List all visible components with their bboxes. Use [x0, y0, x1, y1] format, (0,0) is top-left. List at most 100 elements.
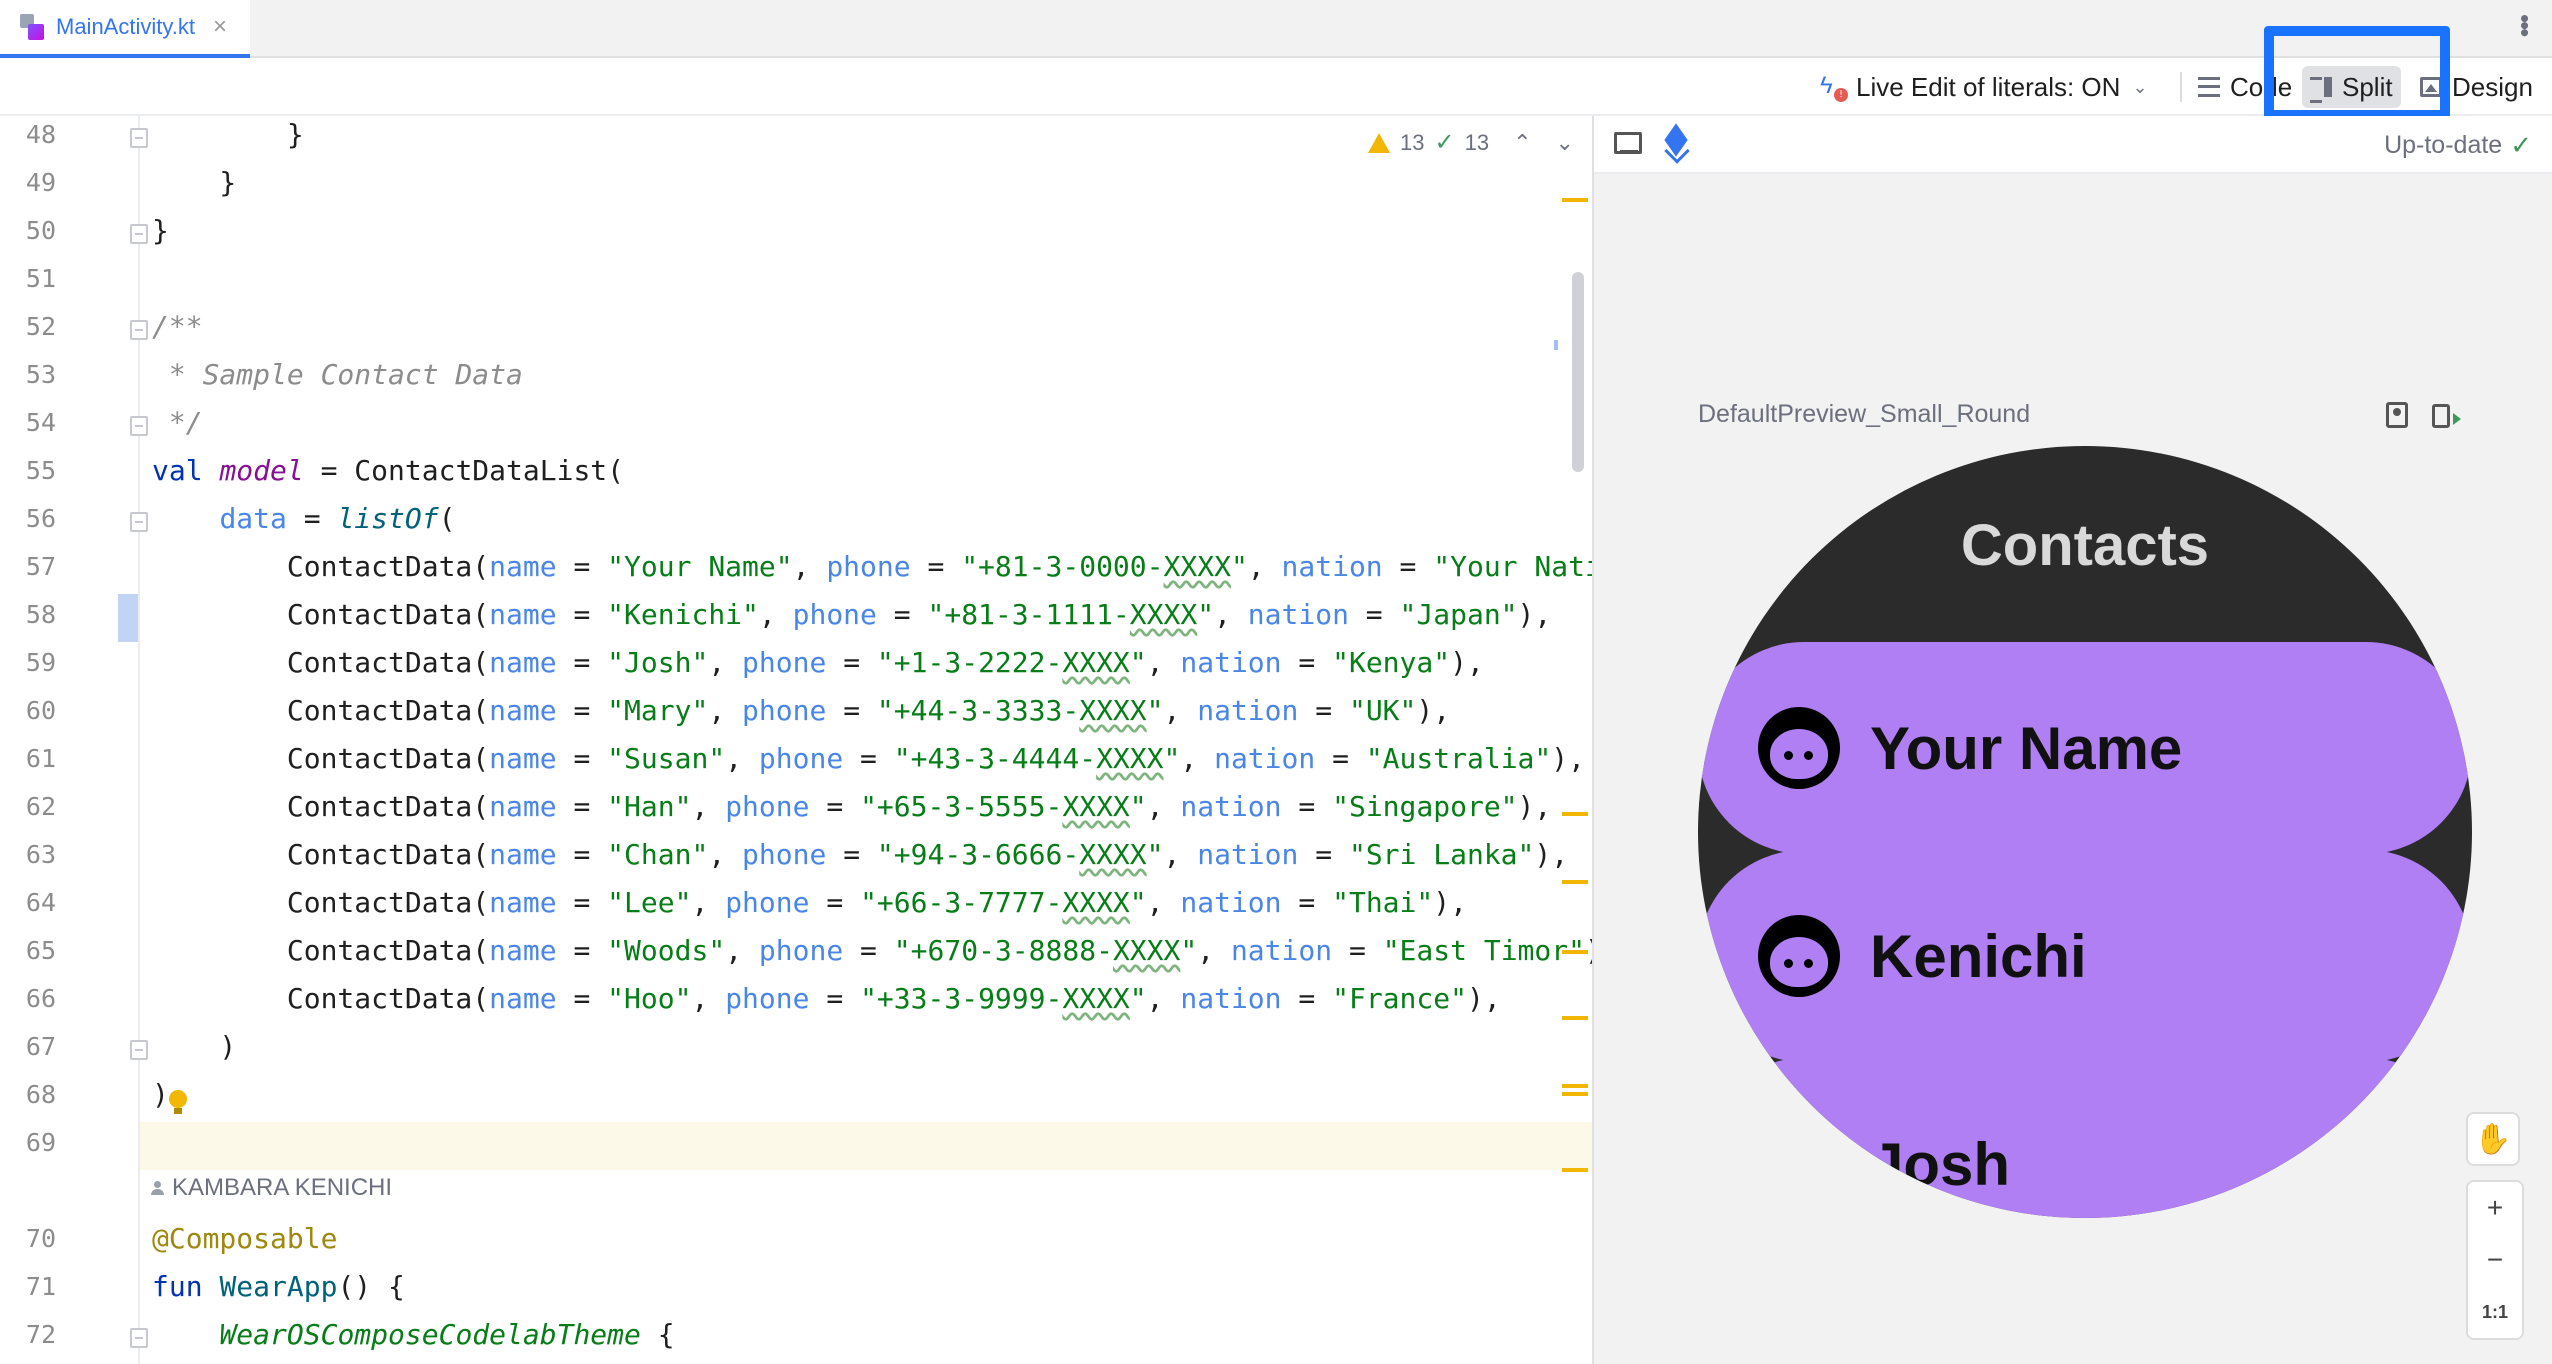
code-line: data = listOf(	[152, 502, 455, 535]
code-editor[interactable]: 48 49 50 51 52 53 54 55 56 57 58 59 60 6…	[0, 116, 1592, 1364]
vcs-change-marker[interactable]	[118, 594, 138, 642]
parameter-name: nation	[1197, 694, 1299, 727]
zoom-out-button[interactable]: −	[2468, 1234, 2522, 1286]
code-text: ,	[1146, 886, 1181, 919]
code-text: =	[876, 598, 928, 631]
fold-marker[interactable]	[130, 128, 148, 148]
more-options-icon[interactable]: •••	[2510, 14, 2540, 35]
fold-marker[interactable]	[130, 416, 148, 436]
live-edit-dropdown[interactable]: ϟ! Live Edit of literals: ON ⌄	[1818, 70, 2148, 104]
vertical-scrollbar[interactable]	[1572, 272, 1584, 472]
pan-tool-button[interactable]: ✋	[2466, 1112, 2520, 1166]
fold-marker[interactable]	[130, 512, 148, 532]
close-icon[interactable]: ×	[213, 13, 227, 41]
code-text: =	[809, 886, 861, 919]
inspections-widget[interactable]: 13 ✓ 13 ⌃ ⌄	[1368, 128, 1574, 157]
warning-stripe[interactable]	[1562, 1092, 1588, 1096]
interactive-mode-icon[interactable]	[2386, 402, 2408, 428]
line-number: 54	[25, 408, 56, 437]
string-phone: "+33-3-9999-XXXX"	[860, 982, 1147, 1015]
current-line-highlight	[0, 1122, 1592, 1170]
previous-highlight-icon[interactable]: ⌃	[1513, 130, 1531, 156]
warning-stripe[interactable]	[1562, 1084, 1588, 1088]
line-number: 60	[25, 696, 56, 725]
line-number: 62	[25, 792, 56, 821]
parameter-name: nation	[1214, 742, 1316, 775]
design-mode-button[interactable]: Design	[2412, 66, 2541, 108]
code-text: ,	[1163, 694, 1198, 727]
preview-toolbar: Up-to-date ✓	[1594, 116, 2552, 174]
fold-marker[interactable]	[130, 1328, 148, 1348]
code-author-hint[interactable]: KAMBARA KENICHI	[150, 1174, 392, 1202]
string-name: "Woods"	[607, 934, 726, 967]
line-number: 66	[25, 984, 56, 1013]
parameter-name: phone	[725, 982, 810, 1015]
contact-chip[interactable]: Your Name	[1698, 642, 2472, 854]
fold-marker[interactable]	[130, 224, 148, 244]
code-text: =	[843, 934, 894, 967]
tab-mainactivity[interactable]: MainActivity.kt ×	[0, 0, 250, 58]
parameter-name: name	[489, 934, 557, 967]
code-text: ContactData(	[152, 742, 490, 775]
face-icon	[1758, 1123, 1840, 1205]
run-on-device-icon[interactable]	[2432, 404, 2461, 428]
lightbulb-icon[interactable]	[168, 1090, 188, 1116]
warning-stripe[interactable]	[1562, 1168, 1588, 1172]
line-number: 57	[25, 552, 56, 581]
code-text: ,	[1197, 934, 1231, 967]
string-name: "Mary"	[607, 694, 709, 727]
code-text: ContactData(	[152, 838, 490, 871]
contact-data-line: ContactData(name = "Josh", phone = "+1-3…	[152, 646, 1484, 679]
editor-toolbar: ϟ! Live Edit of literals: ON ⌄ Code Spli…	[0, 58, 2552, 116]
line-number: 68	[25, 1080, 56, 1109]
contact-data-line: ContactData(name = "Mary", phone = "+44-…	[152, 694, 1450, 727]
line-number: 56	[25, 504, 56, 533]
warning-stripe[interactable]	[1562, 880, 1588, 884]
code-text: ,	[758, 598, 793, 631]
code-text: =	[826, 694, 877, 727]
next-highlight-icon[interactable]: ⌄	[1556, 130, 1574, 156]
line-number: 59	[25, 648, 56, 677]
warning-stripe[interactable]	[1562, 950, 1588, 954]
code-text: ,	[691, 886, 726, 919]
code-text: () {	[337, 1270, 405, 1303]
line-number: 65	[25, 936, 56, 965]
code-mode-button[interactable]: Code	[2190, 66, 2300, 108]
code-text: ContactData(	[152, 598, 490, 631]
line-number: 70	[25, 1224, 56, 1253]
annotation: @Composable	[152, 1222, 338, 1255]
code-text: =	[1348, 598, 1400, 631]
code-text: =	[556, 742, 608, 775]
warning-stripe[interactable]	[1562, 1016, 1588, 1020]
code-line: )	[152, 1030, 237, 1063]
split-mode-button[interactable]: Split	[2302, 66, 2401, 108]
parameter-name: phone	[758, 934, 844, 967]
warning-stripe[interactable]	[1562, 198, 1588, 202]
string-nation: "Australia"	[1365, 742, 1552, 775]
parameter-name: phone	[742, 646, 827, 679]
line-number: 58	[25, 600, 56, 629]
code-text: = ContactDataList(	[303, 454, 625, 487]
layers-icon[interactable]	[1662, 123, 1694, 164]
code-text: =	[1332, 934, 1383, 967]
warning-stripe[interactable]	[1562, 812, 1588, 816]
parameter-name: data	[219, 502, 287, 535]
fold-marker[interactable]	[130, 1040, 148, 1060]
contact-chip[interactable]: Josh	[1698, 1058, 2472, 1218]
fold-marker[interactable]	[130, 320, 148, 340]
string-nation: "Singapore"	[1332, 790, 1518, 823]
watch-preview: Contacts Your Name Kenichi Josh	[1698, 446, 2472, 1218]
function-name: WearApp	[219, 1270, 338, 1303]
zoom-in-button[interactable]: +	[2468, 1182, 2522, 1234]
code-text: =	[1382, 550, 1434, 583]
contact-data-line: ContactData(name = "Lee", phone = "+66-3…	[152, 886, 1467, 919]
preview-mode-icon[interactable]	[1614, 132, 1642, 158]
zoom-actual-size-button[interactable]: 1:1	[2468, 1286, 2522, 1338]
parameter-name: name	[489, 742, 557, 775]
string-phone: "+81-3-1111-XXXX"	[927, 598, 1215, 631]
code-line: )	[152, 1078, 169, 1111]
contact-chip[interactable]: Kenichi	[1698, 850, 2472, 1062]
code-text: =	[1298, 694, 1349, 727]
keyword: fun	[152, 1270, 203, 1303]
code-text: ContactData(	[152, 550, 490, 583]
